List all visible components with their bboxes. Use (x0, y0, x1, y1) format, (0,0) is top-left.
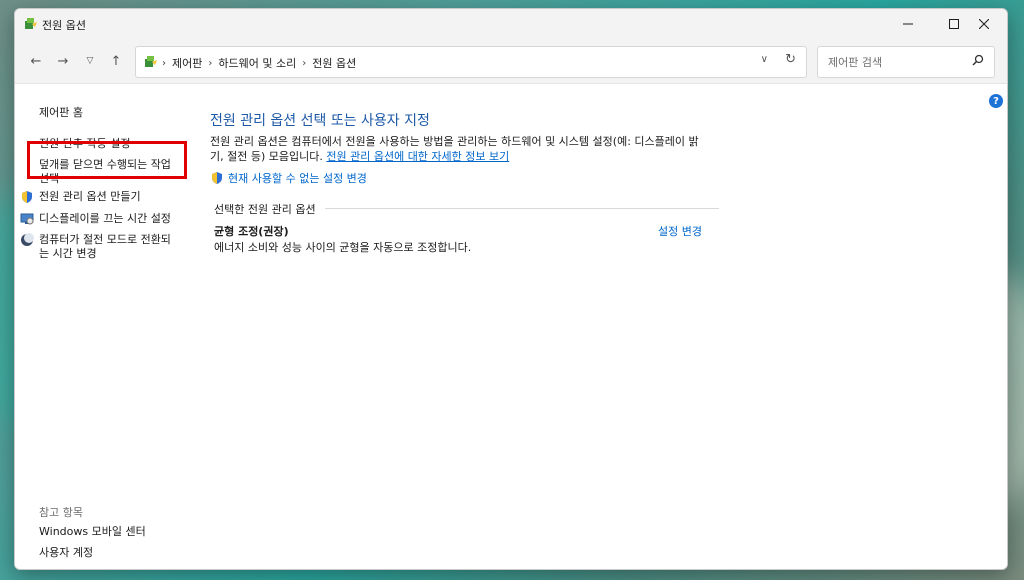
address-toolbar: ← → ▽ ↑ › 제어판 › 하드웨어 및 소리 › 전원 옵션 ∨ ↻ (15, 39, 1007, 84)
page-description: 전원 관리 옵션은 컴퓨터에서 전원을 사용하는 방법을 관리하는 하드웨어 및… (210, 134, 720, 164)
monitor-icon (20, 213, 34, 225)
search-box (817, 46, 995, 78)
sidebar-item-home[interactable]: 제어판 홈 (39, 106, 83, 120)
close-icon (979, 19, 989, 29)
description-text: 전원 관리 옵션은 컴퓨터에서 전원을 사용하는 방법을 관리하는 하드웨어 및… (210, 135, 699, 148)
see-also-heading: 참고 항목 (39, 506, 83, 519)
sidebar-item-label: 선택 (39, 172, 60, 185)
section-divider (325, 208, 719, 209)
shield-icon (22, 191, 32, 203)
admin-settings-row: 현재 사용할 수 없는 설정 변경 (210, 170, 367, 186)
chevron-down-icon: ▽ (86, 56, 94, 66)
control-panel-icon (145, 56, 157, 67)
arrow-right-icon: → (57, 53, 69, 69)
power-options-icon (25, 18, 37, 29)
more-info-link[interactable]: 전원 관리 옵션에 대한 자세한 정보 보기 (326, 150, 509, 163)
content-area: ? 제어판 홈 전원 단추 작동 설정 덮개를 닫으면 수행되는 작업 선택 전… (15, 84, 1007, 569)
breadcrumb-item-hardware-sound[interactable]: 하드웨어 및 소리 (218, 55, 296, 71)
sidebar-item-label: 컴퓨터가 절전 모드로 전환되 (39, 233, 171, 246)
refresh-icon[interactable]: ↻ (785, 52, 796, 67)
shield-icon (212, 172, 222, 184)
breadcrumb-item-control-panel[interactable]: 제어판 (172, 55, 202, 71)
sidebar-item-power-button[interactable]: 전원 단추 작동 설정 (39, 137, 130, 151)
address-dropdown-icon[interactable]: ∨ (761, 54, 768, 65)
arrow-left-icon: ← (30, 53, 42, 69)
sidebar: 제어판 홈 전원 단추 작동 설정 덮개를 닫으면 수행되는 작업 선택 전원 … (15, 84, 200, 569)
sidebar-item-user-accounts[interactable]: 사용자 계정 (39, 546, 93, 560)
close-button[interactable] (961, 9, 1007, 39)
window-title: 전원 옵션 (42, 19, 86, 32)
sidebar-item-label: 는 시간 변경 (39, 247, 97, 260)
sidebar-item-create-plan[interactable]: 전원 관리 옵션 만들기 (39, 190, 141, 204)
address-bar[interactable]: › 제어판 › 하드웨어 및 소리 › 전원 옵션 ∨ ↻ (135, 46, 807, 78)
forward-button[interactable]: → (52, 51, 74, 71)
arrow-up-icon: ↑ (110, 53, 122, 69)
plan-description: 에너지 소비와 성능 사이의 균형을 자동으로 조정합니다. (214, 241, 472, 254)
recent-locations-button[interactable]: ▽ (79, 51, 101, 71)
chevron-right-icon: › (162, 57, 166, 69)
maximize-icon (949, 19, 959, 29)
change-unavailable-settings-link[interactable]: 현재 사용할 수 없는 설정 변경 (228, 170, 367, 186)
change-plan-settings-link[interactable]: 설정 변경 (658, 223, 702, 239)
power-options-window: 전원 옵션 ← → ▽ ↑ › 제어판 › 하드웨어 및 소리 › 전원 옵션 … (14, 8, 1008, 570)
breadcrumb: › 제어판 › 하드웨어 및 소리 › 전원 옵션 (162, 55, 356, 71)
sidebar-item-label: 덮개를 닫으면 수행되는 작업 (39, 158, 171, 171)
breadcrumb-item-power-options[interactable]: 전원 옵션 (312, 55, 356, 71)
minimize-icon (903, 23, 913, 25)
page-title: 전원 관리 옵션 선택 또는 사용자 지정 (210, 113, 430, 129)
sidebar-item-display-off[interactable]: 디스플레이를 끄는 시간 설정 (39, 212, 171, 226)
chevron-right-icon: › (208, 57, 213, 69)
minimize-button[interactable] (885, 9, 931, 39)
back-button[interactable]: ← (25, 51, 47, 71)
up-button[interactable]: ↑ (105, 51, 127, 71)
sidebar-item-lid-action[interactable]: 덮개를 닫으면 수행되는 작업 선택 (39, 158, 171, 186)
plan-name: 균형 조정(권장) (214, 225, 289, 238)
sidebar-item-sleep-time[interactable]: 컴퓨터가 절전 모드로 전환되 는 시간 변경 (39, 233, 171, 261)
search-icon[interactable] (972, 54, 984, 66)
section-heading: 선택한 전원 관리 옵션 (214, 203, 316, 216)
chevron-right-icon: › (302, 57, 307, 69)
description-text: 기, 절전 등) 모음입니다. (210, 150, 327, 163)
moon-icon (21, 233, 34, 246)
help-icon[interactable]: ? (989, 94, 1003, 108)
sidebar-item-mobility-center[interactable]: Windows 모바일 센터 (39, 525, 146, 539)
title-bar: 전원 옵션 (15, 9, 1007, 39)
search-input[interactable] (826, 53, 970, 71)
